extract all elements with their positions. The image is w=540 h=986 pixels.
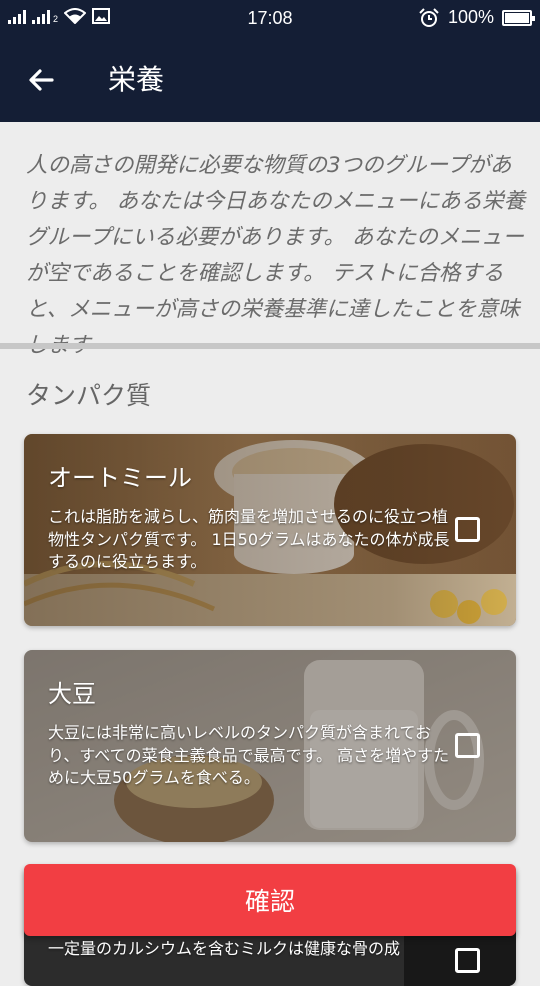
food-card-soybean[interactable]: 大豆 大豆には非常に高いレベルのタンパク質が含まれており、すべての菜食主義食品で…: [24, 650, 516, 842]
alarm-icon: [419, 7, 439, 27]
food-description: 一定量のカルシウムを含むミルクは健康な骨の成: [48, 939, 401, 958]
food-checkbox[interactable]: [455, 733, 480, 758]
food-checkbox[interactable]: [455, 517, 480, 542]
section-title: タンパク質: [26, 381, 152, 410]
section-divider: [0, 343, 540, 349]
battery-percent: 100%: [447, 7, 494, 27]
confirm-button[interactable]: 確認: [24, 864, 516, 936]
page-title: 栄養: [108, 63, 165, 96]
app-bar: 栄養: [0, 36, 540, 122]
food-description: これは脂肪を減らし、筋肉量を増加させるのに役立つ植物性タンパク質です。 1日50…: [48, 507, 450, 571]
status-bar: 2 17:08 100%: [0, 0, 540, 36]
intro-section: 人の高さの開発に必要な物質の3つのグループがあります。 あなたは今日あなたのメニ…: [0, 122, 540, 358]
intro-text: 人の高さの開発に必要な物質の3つのグループがあります。 あなたは今日あなたのメニ…: [26, 153, 526, 358]
food-name: 大豆: [48, 680, 96, 708]
food-card-oatmeal[interactable]: オートミール これは脂肪を減らし、筋肉量を増加させるのに役立つ植物性タンパク質で…: [24, 434, 516, 626]
status-right: 100%: [418, 7, 535, 28]
food-description: 大豆には非常に高いレベルのタンパク質が含まれており、すべての菜食主義食品で最高で…: [48, 723, 450, 787]
food-checkbox[interactable]: [455, 948, 480, 973]
arrow-left-icon: [29, 69, 54, 91]
battery-icon: [502, 9, 535, 26]
food-name: オートミール: [48, 464, 192, 492]
battery-level: [505, 12, 529, 23]
back-button[interactable]: [22, 60, 62, 100]
